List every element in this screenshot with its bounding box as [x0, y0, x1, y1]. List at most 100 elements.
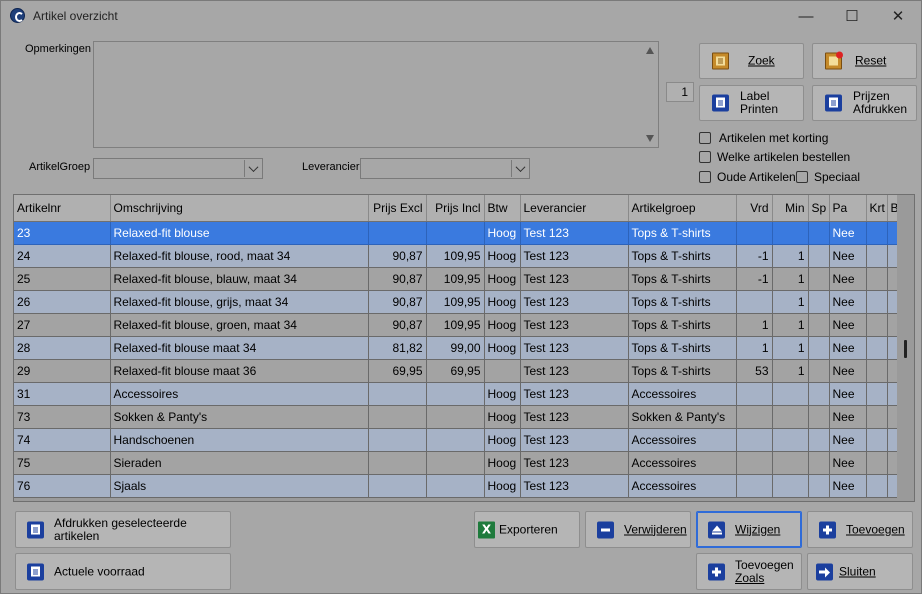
table-row[interactable]: 75 Sieraden Hoog Test 123 Accessoires Nee	[14, 451, 899, 475]
actuele-voorraad-button[interactable]: Actuele voorraad	[15, 553, 231, 590]
table-row[interactable]: 29 Relaxed-fit blouse maat 36 69,95 69,95 Te…	[14, 359, 899, 383]
leverancier-combobox[interactable]	[360, 158, 530, 179]
scrollbar-thumb[interactable]	[904, 340, 907, 358]
table-row[interactable]: 74 Handschoenen Hoog Test 123 Accessoires Nee	[14, 428, 899, 452]
table-cell: 74	[14, 428, 111, 452]
title-bar[interactable]: Artikel overzicht — ☐ ✕	[1, 1, 921, 31]
afdrukken-geselecteerde-button[interactable]: Afdrukken geselecteerde artikelen	[15, 511, 231, 548]
checkbox-welke-artikelen-bestellen-label: Welke artikelen bestellen	[717, 150, 851, 164]
window-title: Artikel overzicht	[33, 9, 118, 23]
column-header[interactable]: Prijs Excl	[368, 195, 427, 222]
table-row[interactable]: 26 Relaxed-fit blouse, grijs, maat 34 90,8…	[14, 290, 899, 314]
checkbox-box[interactable]	[796, 171, 808, 183]
column-header[interactable]: Btw	[484, 195, 521, 222]
table-cell: Sokken & Panty's	[110, 405, 369, 429]
chevron-down-icon[interactable]	[511, 160, 528, 177]
table-cell: Nee	[829, 290, 867, 314]
wijzigen-button[interactable]: Wijzigen	[696, 511, 802, 548]
table-cell: Test 123	[520, 221, 629, 245]
column-header[interactable]: Sp	[808, 195, 830, 222]
scroll-down-arrow-icon[interactable]	[646, 135, 654, 142]
table-cell: 90,87	[368, 267, 427, 291]
table-cell	[866, 451, 888, 475]
checkbox-oude-artikelen[interactable]: Oude Artikelen	[699, 169, 796, 185]
zoek-button[interactable]: Zoek	[699, 43, 804, 79]
table-cell: 81,82	[368, 336, 427, 360]
table-cell: Relaxed-fit blouse, blauw, maat 34	[110, 267, 369, 291]
table-cell: 109,95	[426, 313, 485, 337]
table-row[interactable]: 76 Sjaals Hoog Test 123 Accessoires Nee	[14, 474, 899, 498]
column-header[interactable]: Leverancier	[520, 195, 629, 222]
table-cell	[426, 382, 485, 406]
zoek-button-label: Zoek	[748, 53, 775, 68]
column-header[interactable]: Omschrijving	[110, 195, 369, 222]
counter-field[interactable]: 1	[666, 82, 694, 102]
toevoegen-button[interactable]: Toevoegen	[807, 511, 913, 548]
table-cell	[808, 428, 830, 452]
column-header[interactable]: Pa	[829, 195, 867, 222]
artikelgroep-combobox[interactable]	[93, 158, 263, 179]
maximize-button[interactable]: ☐	[829, 1, 875, 31]
scroll-up-arrow-icon[interactable]	[646, 47, 654, 54]
prijzen-afdrukken-line1: Prijzen	[853, 89, 890, 103]
opmerkingen-memo[interactable]	[93, 41, 659, 148]
table-row[interactable]: 28 Relaxed-fit blouse maat 34 81,82 99,00 Ho…	[14, 336, 899, 360]
table-cell: Nee	[829, 382, 867, 406]
table-cell: Sjaals	[110, 474, 369, 498]
table-cell	[866, 474, 888, 498]
wijzigen-label: Wijzigen	[735, 522, 781, 536]
column-header[interactable]: Artikelgroep	[628, 195, 737, 222]
table-cell: Hoog	[484, 428, 521, 452]
table-cell: Test 123	[520, 290, 629, 314]
table-cell: Handschoenen	[110, 428, 369, 452]
column-header[interactable]: Krt	[866, 195, 888, 222]
sluiten-button[interactable]: Sluiten	[807, 553, 913, 590]
checkbox-box[interactable]	[699, 132, 711, 144]
table-row[interactable]: 25 Relaxed-fit blouse, blauw, maat 34 90,8…	[14, 267, 899, 291]
artikel-grid[interactable]: Artikelnr Omschrijving Prijs Excl Prijs Inc…	[13, 194, 915, 502]
column-header[interactable]: Vrd	[736, 195, 773, 222]
minimize-button[interactable]: —	[783, 1, 829, 31]
sluiten-label: Sluiten	[839, 564, 876, 578]
column-header[interactable]: Min	[772, 195, 809, 222]
table-cell: 31	[14, 382, 111, 406]
exporteren-button[interactable]: Exporteren	[474, 511, 580, 548]
verwijderen-button[interactable]: Verwijderen	[585, 511, 691, 548]
table-cell	[772, 405, 809, 429]
label-printen-button[interactable]: Label Printen	[699, 85, 804, 121]
checkbox-box[interactable]	[699, 151, 711, 163]
table-cell: Accessoires	[628, 382, 737, 406]
checkbox-welke-artikelen-bestellen[interactable]: Welke artikelen bestellen	[699, 149, 850, 165]
prijzen-afdrukken-button[interactable]: Prijzen Afdrukken	[812, 85, 917, 121]
table-cell: 53	[736, 359, 773, 383]
checkbox-artikelen-met-korting[interactable]: Artikelen met korting	[699, 130, 828, 146]
opmerkingen-label: Opmerkingen	[25, 43, 92, 55]
table-row[interactable]: 27 Relaxed-fit blouse, groen, maat 34 90,8…	[14, 313, 899, 337]
table-cell: Nee	[829, 451, 867, 475]
chevron-down-icon[interactable]	[244, 160, 261, 177]
memo-scrollbar[interactable]	[642, 42, 658, 147]
grid-scrollbar[interactable]	[897, 195, 914, 501]
table-cell: Relaxed-fit blouse, rood, maat 34	[110, 244, 369, 268]
table-cell	[808, 405, 830, 429]
close-button[interactable]: ✕	[875, 1, 921, 31]
table-cell	[808, 382, 830, 406]
table-cell: Test 123	[520, 428, 629, 452]
table-row[interactable]: 24 Relaxed-fit blouse, rood, maat 34 90,87…	[14, 244, 899, 268]
toevoegen-zoals-button[interactable]: Toevoegen Zoals	[696, 553, 802, 590]
column-header[interactable]: Artikelnr	[14, 195, 111, 222]
table-cell: Relaxed-fit blouse maat 34	[110, 336, 369, 360]
table-cell: Test 123	[520, 474, 629, 498]
table-row[interactable]: 23 Relaxed-fit blouse Hoog Test 123 Tops & T…	[14, 221, 899, 245]
checkbox-speciaal[interactable]: Speciaal	[796, 169, 860, 185]
checkbox-box[interactable]	[699, 171, 711, 183]
artikel-table: Artikelnr Omschrijving Prijs Excl Prijs Inc…	[14, 195, 899, 498]
table-cell	[808, 244, 830, 268]
table-cell	[772, 474, 809, 498]
table-row[interactable]: 73 Sokken & Panty's Hoog Test 123 Sokken & P…	[14, 405, 899, 429]
column-header[interactable]: Prijs Incl	[426, 195, 485, 222]
table-cell: 1	[736, 336, 773, 360]
table-row[interactable]: 31 Accessoires Hoog Test 123 Accessoires Nee	[14, 382, 899, 406]
table-cell: Nee	[829, 267, 867, 291]
reset-button[interactable]: Reset	[812, 43, 917, 79]
